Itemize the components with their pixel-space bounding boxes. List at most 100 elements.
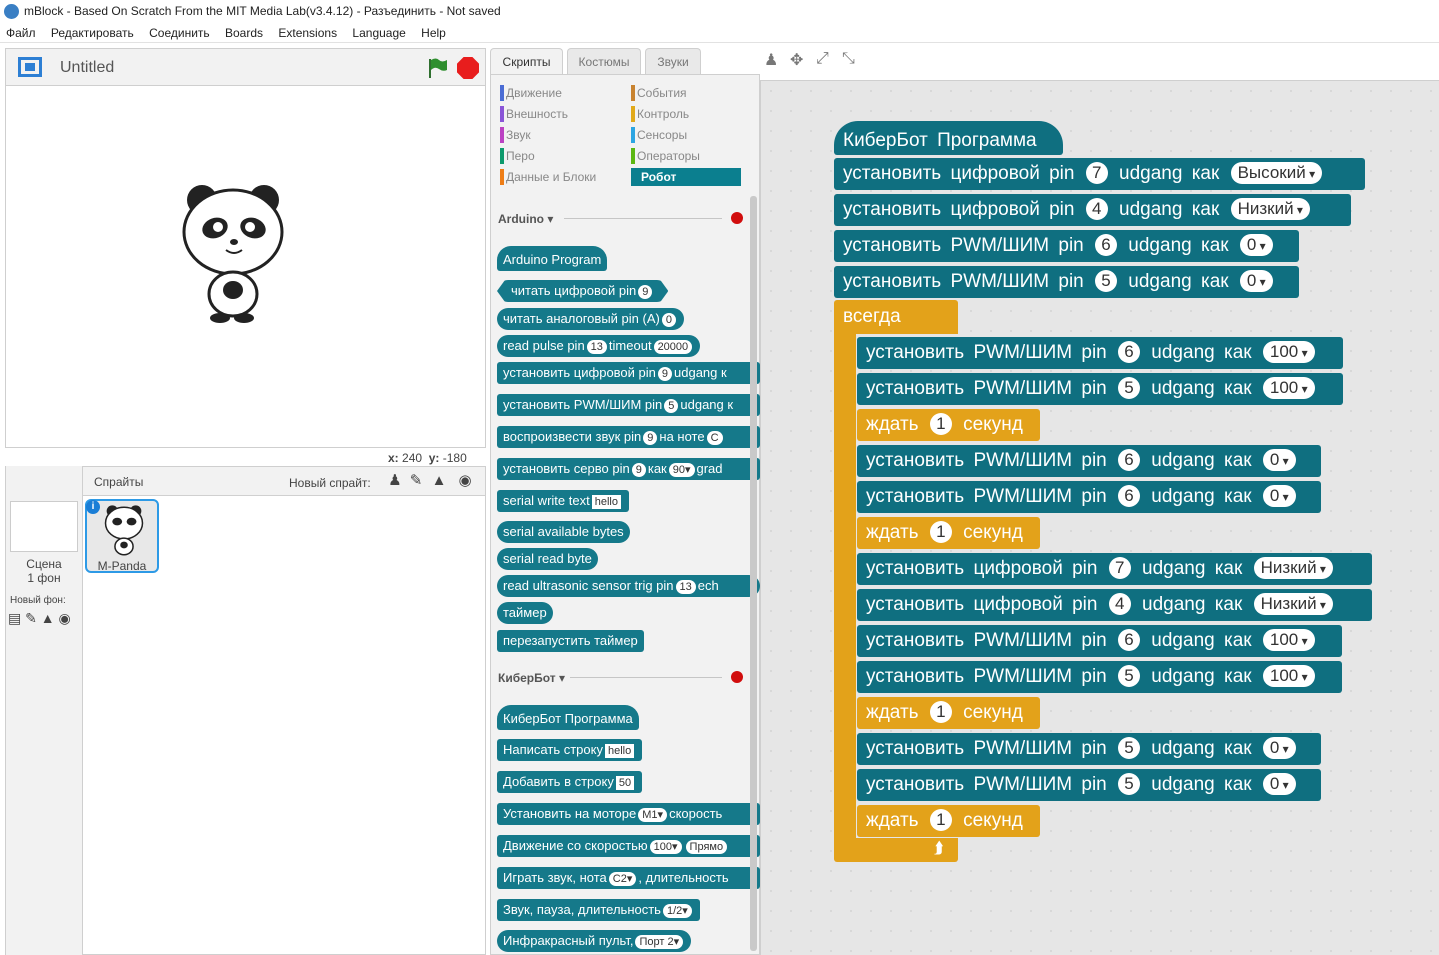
pin-input[interactable]: 5 <box>1095 270 1118 292</box>
script-block-set-pwm[interactable]: установить PWM/ШИМ pin 5 udgang как 100 <box>857 661 1342 693</box>
block-dropdown[interactable]: Порт 2▾ <box>635 935 684 949</box>
value-dropdown[interactable]: 0 <box>1262 449 1296 471</box>
value-dropdown[interactable]: 100 <box>1262 377 1315 399</box>
script-block-set-pwm[interactable]: установить PWM/ШИМ pin 5 udgang как 0 <box>857 733 1321 765</box>
block-input[interactable]: 9 <box>643 431 658 445</box>
block-input[interactable]: hello <box>604 744 635 758</box>
camera-sprite-icon[interactable]: ◉ <box>456 473 474 489</box>
grow-icon[interactable]: ⤢ <box>816 50 829 68</box>
category-robot[interactable]: Робот <box>631 168 741 186</box>
shrink-icon[interactable]: ⤡ <box>842 50 855 68</box>
pin-input[interactable]: 6 <box>1118 485 1141 507</box>
block-dropdown[interactable]: M1▾ <box>638 808 668 822</box>
seconds-input[interactable]: 1 <box>929 701 952 723</box>
stop-icon[interactable] <box>457 57 479 79</box>
block-input[interactable]: 13 <box>586 340 607 354</box>
script-block-forever[interactable]: всегда <box>834 300 958 334</box>
pin-input[interactable]: 5 <box>1118 773 1141 795</box>
arduino-section-title[interactable]: Arduino ▾ <box>498 212 553 226</box>
block-input[interactable]: 50 <box>615 776 635 790</box>
pin-input[interactable]: 5 <box>1118 665 1141 687</box>
script-block-set-pwm[interactable]: установить PWM/ШИМ pin 5 udgang как 0 <box>834 266 1299 298</box>
palette-block-play-tone[interactable]: воспроизвести звук pin 9 на ноте C <box>497 426 760 448</box>
palette-block-read-digital[interactable]: читать цифровой pin 9 <box>497 280 668 302</box>
green-flag-icon[interactable] <box>425 56 449 80</box>
category-sound[interactable]: Звук <box>500 126 620 144</box>
pin-input[interactable]: 6 <box>1095 234 1118 256</box>
value-dropdown[interactable]: 0 <box>1262 485 1296 507</box>
palette-block-arduino-program[interactable]: Arduino Program <box>497 246 608 271</box>
project-title[interactable]: Untitled <box>60 59 114 77</box>
category-control[interactable]: Контроль <box>631 105 741 123</box>
value-dropdown[interactable]: 0 <box>1239 234 1273 256</box>
block-input[interactable]: 90▾ <box>668 463 695 477</box>
palette-block-kiberbot-program[interactable]: КиберБот Программа <box>497 705 639 730</box>
palette-block-ultrasonic[interactable]: read ultrasonic sensor trig pin 13 ech <box>497 575 760 597</box>
value-dropdown[interactable]: 100 <box>1262 341 1315 363</box>
palette-block-move-speed[interactable]: Движение со скоростью 100▾ Прямо <box>497 835 760 857</box>
script-hat-kiberbot-program[interactable]: КиберБот Программа <box>834 121 1063 155</box>
menu-connect[interactable]: Соединить <box>149 23 210 43</box>
block-input[interactable]: hello <box>591 495 621 509</box>
block-dropdown[interactable]: 1/2▾ <box>662 904 692 918</box>
scene-thumbnail[interactable] <box>10 501 78 552</box>
menu-help[interactable]: Help <box>421 23 446 43</box>
upload-sprite-icon[interactable]: ▲ <box>430 473 448 489</box>
paint-backdrop-icon[interactable]: ✎ <box>25 610 37 626</box>
menu-extensions[interactable]: Extensions <box>278 23 337 43</box>
palette-block-serial-write[interactable]: serial write text hello <box>497 490 629 512</box>
script-block-set-pwm[interactable]: установить PWM/ШИМ pin 6 udgang как 0 <box>857 481 1321 513</box>
category-motion[interactable]: Движение <box>500 84 620 102</box>
camera-backdrop-icon[interactable]: ◉ <box>59 610 71 626</box>
block-input[interactable]: C <box>706 431 723 445</box>
value-dropdown[interactable]: Низкий <box>1253 593 1333 615</box>
block-input[interactable]: 9 <box>631 463 646 477</box>
panda-sprite[interactable] <box>180 182 286 324</box>
fullscreen-icon[interactable] <box>18 57 42 77</box>
pin-input[interactable]: 5 <box>1118 377 1141 399</box>
script-block-wait[interactable]: ждать 1 секунд <box>857 697 1040 729</box>
script-block-set-pwm[interactable]: установить PWM/ШИМ pin 6 udgang как 0 <box>834 230 1299 262</box>
block-input[interactable]: 9 <box>657 367 673 381</box>
palette-block-set-pwm[interactable]: установить PWM/ШИМ pin 5 udgang к <box>497 394 760 416</box>
pin-input[interactable]: 7 <box>1085 162 1108 184</box>
palette-block-read-analog[interactable]: читать аналоговый pin (A) 0 <box>497 308 684 330</box>
tab-costumes[interactable]: Костюмы <box>567 48 641 75</box>
palette-block-ir-remote[interactable]: Инфракрасный пульт, Порт 2▾ <box>497 930 692 952</box>
palette-block-read-pulse[interactable]: read pulse pin 13 timeout 20000 <box>497 335 701 357</box>
block-input[interactable]: 9 <box>638 285 652 299</box>
script-block-set-digital[interactable]: установить цифровой pin 7 udgang как Выс… <box>834 158 1365 190</box>
category-sensing[interactable]: Сенсоры <box>631 126 741 144</box>
palette-block-play-note[interactable]: Играть звук, нота C2▾, длительность <box>497 867 760 889</box>
script-block-wait[interactable]: ждать 1 секунд <box>857 805 1040 837</box>
value-dropdown[interactable]: 100 <box>1262 629 1315 651</box>
palette-block-serial-available[interactable]: serial available bytes <box>497 521 630 543</box>
script-block-wait[interactable]: ждать 1 секунд <box>857 409 1040 441</box>
value-dropdown[interactable]: 100 <box>1262 665 1315 687</box>
menu-boards[interactable]: Boards <box>225 23 263 43</box>
pin-input[interactable]: 4 <box>1108 593 1131 615</box>
sprite-thumbnail[interactable]: i M-Panda <box>85 499 159 573</box>
move-icon[interactable]: ✥ <box>790 50 803 70</box>
palette-block-motor-speed[interactable]: Установить на моторе M1▾ скорость <box>497 803 760 825</box>
script-block-set-pwm[interactable]: установить PWM/ШИМ pin 5 udgang как 100 <box>857 373 1343 405</box>
value-dropdown[interactable]: 0 <box>1262 773 1296 795</box>
pin-input[interactable]: 7 <box>1108 557 1131 579</box>
seconds-input[interactable]: 1 <box>929 521 952 543</box>
seconds-input[interactable]: 1 <box>929 809 952 831</box>
script-block-set-pwm[interactable]: установить PWM/ШИМ pin 6 udgang как 0 <box>857 445 1321 477</box>
info-icon[interactable]: i <box>86 500 100 514</box>
kiberbot-section-title[interactable]: КиберБот ▾ <box>498 671 565 685</box>
palette-block-reset-timer[interactable]: перезапустить таймер <box>497 630 644 652</box>
stamp-icon[interactable]: ♟ <box>764 50 778 70</box>
category-events[interactable]: События <box>631 84 741 102</box>
value-dropdown[interactable]: Низкий <box>1253 557 1333 579</box>
category-data[interactable]: Данные и Блоки <box>500 168 620 186</box>
pin-input[interactable]: 5 <box>1118 737 1141 759</box>
menu-file[interactable]: Файл <box>6 23 36 43</box>
block-dropdown[interactable]: C2▾ <box>608 872 637 886</box>
value-dropdown[interactable]: Низкий <box>1230 198 1310 220</box>
script-block-wait[interactable]: ждать 1 секунд <box>857 517 1040 549</box>
pin-input[interactable]: 6 <box>1118 449 1141 471</box>
backdrop-library-icon[interactable]: ▤ <box>8 610 21 626</box>
